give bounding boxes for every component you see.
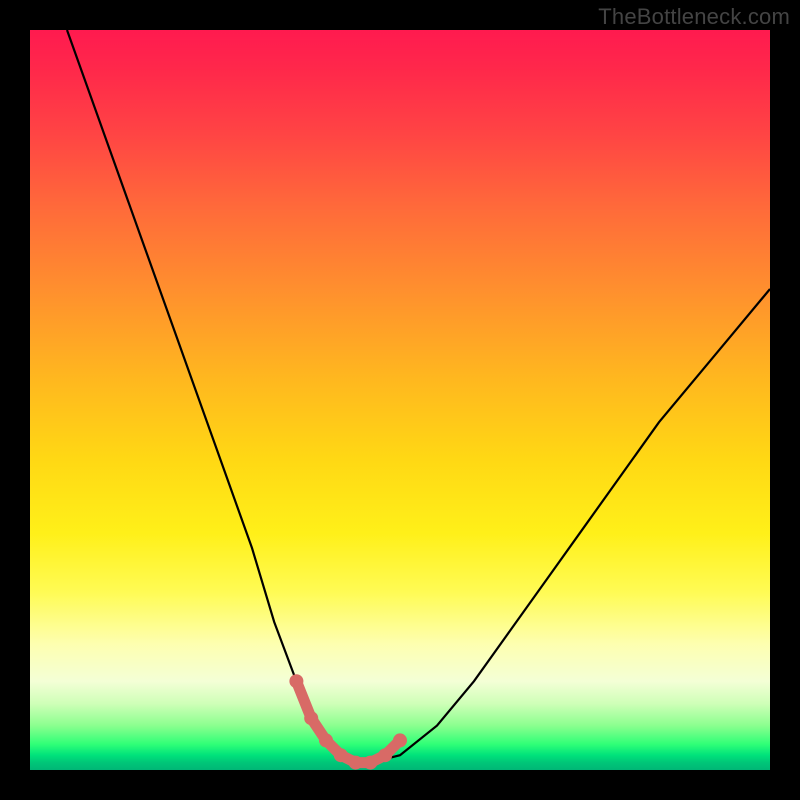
marker-dot: [334, 748, 348, 762]
watermark-label: TheBottleneck.com: [598, 4, 790, 30]
curve-layer: [30, 30, 770, 770]
marker-dot: [319, 733, 333, 747]
bottleneck-curve: [67, 30, 770, 763]
highlighted-markers: [289, 674, 407, 769]
chart-frame: TheBottleneck.com: [0, 0, 800, 800]
marker-dot: [363, 756, 377, 770]
marker-dot: [378, 748, 392, 762]
marker-dot: [289, 674, 303, 688]
plot-area: [30, 30, 770, 770]
marker-dot: [304, 711, 318, 725]
marker-dot: [393, 733, 407, 747]
marker-dot: [349, 756, 363, 770]
